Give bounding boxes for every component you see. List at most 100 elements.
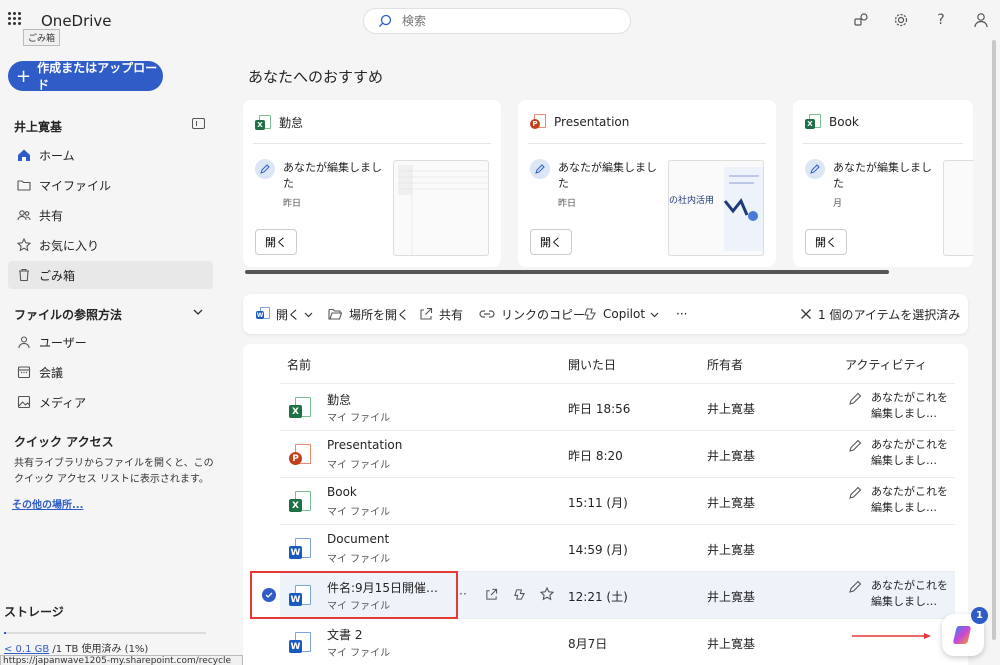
chevron-down-icon[interactable] <box>192 306 204 318</box>
sidebar-item-shared[interactable]: 共有 <box>8 201 213 229</box>
star-icon[interactable] <box>539 586 555 602</box>
divider <box>803 143 963 144</box>
card-open-button[interactable]: 開く <box>805 229 847 255</box>
file-name[interactable]: Document <box>327 532 389 546</box>
help-icon[interactable]: ? <box>931 10 951 30</box>
column-header-name[interactable]: 名前 <box>287 356 311 373</box>
card-thumbnail: の社内活用 <box>668 160 764 256</box>
table-row[interactable]: P Presentation マイ ファイル 昨日 8:20 井上寛基 あなたが… <box>280 430 955 477</box>
link-icon <box>479 308 495 320</box>
file-name[interactable]: 文書 2 <box>327 626 362 643</box>
sidebar-item-meetings[interactable]: 会議 <box>8 358 213 386</box>
excel-file-icon: X <box>289 491 311 513</box>
column-header-owner[interactable]: 所有者 <box>707 356 743 373</box>
clear-selection-button[interactable]: 1 個のアイテムを選択済み <box>800 305 960 323</box>
account-icon[interactable] <box>971 10 991 30</box>
card-open-button[interactable]: 開く <box>530 229 572 255</box>
column-header-opened[interactable]: 開いた日 <box>568 356 616 373</box>
search-icon <box>379 14 392 27</box>
recommendation-card[interactable]: X 勤怠 あなたが編集しました 昨日 開く <box>243 100 501 267</box>
sidebar-item-label: マイファイル <box>39 178 112 193</box>
selection-count: 1 個のアイテムを選択済み <box>818 307 961 322</box>
copy-link-button[interactable]: リンクのコピー <box>479 305 585 323</box>
browse-section-title: ファイルの参照方法 <box>14 308 123 322</box>
card-thumbnail <box>393 160 489 256</box>
column-header-activity[interactable]: アクティビティ <box>845 356 927 373</box>
command-bar: W 開く 場所を開く 共有 リンクのコピー Copilot ··· 1 個のアイ… <box>243 294 968 334</box>
card-file-name: Presentation <box>554 115 630 129</box>
more-options-button[interactable]: ··· <box>676 305 687 323</box>
storage-title: ストレージ <box>4 605 64 619</box>
copilot-icon[interactable] <box>511 586 527 602</box>
pencil-icon <box>805 159 825 179</box>
card-time: 昨日 <box>558 199 577 209</box>
collapse-pane-icon[interactable] <box>192 118 205 129</box>
search-box[interactable] <box>363 8 631 34</box>
copilot-logo-icon <box>953 626 971 644</box>
trash-icon <box>16 267 32 283</box>
open-button[interactable]: W 開く <box>256 305 313 323</box>
file-location: マイ ファイル <box>327 507 391 518</box>
user-name: 井上寛基 <box>14 120 63 134</box>
horizontal-scrollbar[interactable] <box>245 270 889 274</box>
table-row[interactable]: X Book マイ ファイル 15:11 (月) 井上寛基 あなたがこれを編集し… <box>280 477 955 524</box>
file-name[interactable]: 勤怠 <box>327 391 351 408</box>
table-row[interactable]: W Document マイ ファイル 14:59 (月) 井上寛基 <box>280 524 955 571</box>
share-button[interactable]: 共有 <box>419 305 463 323</box>
recommendation-card[interactable]: X Book あなたが編集しました 月 開く <box>793 100 973 267</box>
card-open-button[interactable]: 開く <box>255 229 297 255</box>
quick-access-description: 共有ライブラリからファイルを開くと、このクイック アクセス リストに表示されます… <box>14 458 214 485</box>
sidebar-item-my-files[interactable]: マイファイル <box>8 171 213 199</box>
file-name[interactable]: Presentation <box>327 438 402 452</box>
pencil-icon <box>255 159 275 179</box>
other-places-link[interactable]: その他の場所... <box>12 496 83 511</box>
red-arrow-annotation <box>852 633 931 639</box>
search-input[interactable] <box>402 12 622 30</box>
share-icon <box>419 307 433 321</box>
table-row[interactable]: X 勤怠 マイ ファイル 昨日 18:56 井上寛基 あなたがこれを編集しまし… <box>280 383 955 430</box>
file-location: マイ ファイル <box>327 554 391 565</box>
connections-icon[interactable] <box>851 10 871 30</box>
card-thumbnail <box>943 160 973 256</box>
file-opened-date: 8月7日 <box>568 637 608 651</box>
sidebar-item-recycle-bin[interactable]: ごみ箱 <box>8 261 213 289</box>
sidebar-item-label: ユーザー <box>39 335 87 350</box>
file-name[interactable]: Book <box>327 485 357 499</box>
home-icon <box>16 147 32 163</box>
share-icon[interactable] <box>483 586 499 602</box>
file-activity: あなたがこれを編集しまし… <box>871 391 948 420</box>
divider <box>528 143 766 144</box>
open-location-button[interactable]: 場所を開く <box>328 305 409 323</box>
create-upload-button[interactable]: + 作成またはアップロード <box>8 61 163 92</box>
sidebar-item-home[interactable]: ホーム <box>8 141 213 169</box>
powerpoint-file-icon: P <box>530 114 546 130</box>
card-activity-message: あなたが編集しました <box>833 161 932 190</box>
plus-icon: + <box>16 65 32 87</box>
card-time: 月 <box>833 199 843 209</box>
open-location-label: 場所を開く <box>349 307 410 322</box>
card-header: X 勤怠 <box>255 114 303 131</box>
chevron-down-icon <box>650 312 659 317</box>
card-file-name: 勤怠 <box>279 116 304 130</box>
app-launcher-icon[interactable] <box>8 12 22 26</box>
vertical-scrollbar[interactable] <box>992 40 996 640</box>
file-owner: 井上寛基 <box>707 402 756 416</box>
file-location: マイ ファイル <box>327 648 391 659</box>
people-icon <box>16 207 32 223</box>
sidebar-item-favorites[interactable]: お気に入り <box>8 231 213 259</box>
person-icon <box>16 334 32 350</box>
sidebar-item-users[interactable]: ユーザー <box>8 328 213 356</box>
recommendation-card[interactable]: P Presentation あなたが編集しました 昨日 の社内活用 開く <box>518 100 776 267</box>
copilot-button[interactable]: Copilot <box>583 305 659 323</box>
settings-gear-icon[interactable] <box>891 10 911 30</box>
chevron-down-icon <box>304 312 313 317</box>
image-icon <box>16 394 32 410</box>
excel-file-icon: X <box>805 114 821 130</box>
app-title[interactable]: OneDrive <box>41 12 112 30</box>
storage-used-link[interactable]: < 0.1 GB <box>4 644 49 655</box>
sidebar-item-media[interactable]: メディア <box>8 388 213 416</box>
table-row[interactable]: W 文書 2 マイ ファイル 8月7日 井上寛基 <box>280 618 955 665</box>
file-owner: 井上寛基 <box>707 543 756 557</box>
sidebar-item-label: ごみ箱 <box>39 268 76 283</box>
row-actions: ·· <box>455 586 555 602</box>
